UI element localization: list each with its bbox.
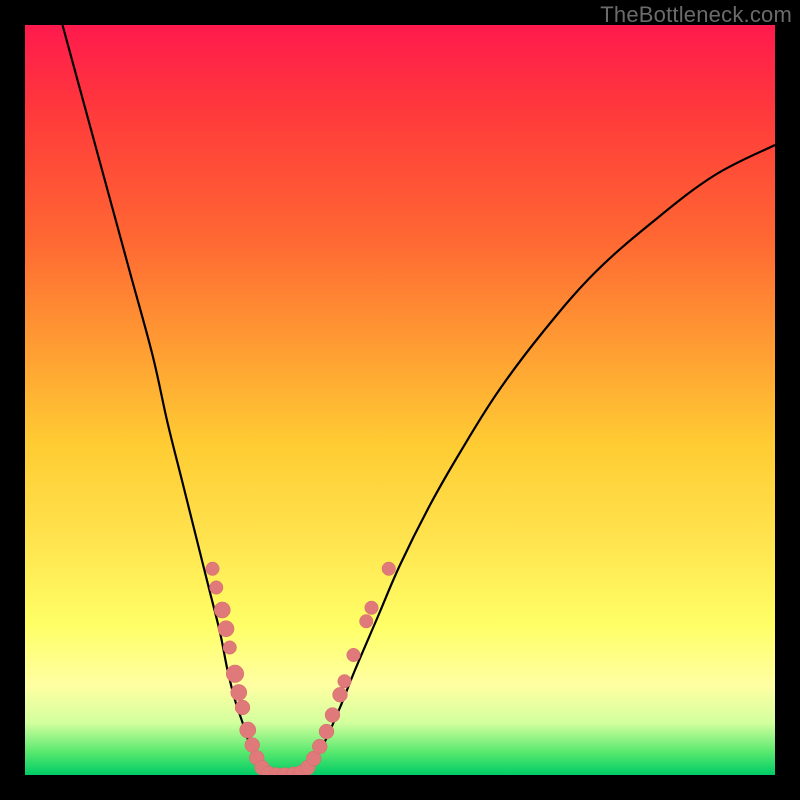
marker-layer bbox=[206, 562, 396, 775]
data-marker bbox=[226, 665, 244, 683]
chart-svg bbox=[25, 25, 775, 775]
data-marker bbox=[347, 648, 361, 662]
data-marker bbox=[231, 684, 247, 700]
data-marker bbox=[210, 581, 224, 595]
plot-area bbox=[25, 25, 775, 775]
data-marker bbox=[240, 722, 256, 738]
data-marker bbox=[360, 615, 374, 629]
data-marker bbox=[382, 562, 396, 576]
data-marker bbox=[338, 675, 352, 689]
data-marker bbox=[218, 621, 234, 637]
data-marker bbox=[325, 708, 340, 723]
data-marker bbox=[214, 602, 230, 618]
data-marker bbox=[235, 700, 250, 715]
data-marker bbox=[312, 739, 327, 754]
chart-frame: TheBottleneck.com bbox=[0, 0, 800, 800]
data-marker bbox=[206, 562, 220, 576]
data-marker bbox=[319, 724, 334, 739]
data-marker bbox=[223, 641, 237, 655]
data-marker bbox=[365, 601, 379, 615]
curve-left-branch bbox=[63, 25, 264, 774]
curve-right-branch bbox=[304, 145, 775, 774]
data-marker bbox=[333, 687, 348, 702]
